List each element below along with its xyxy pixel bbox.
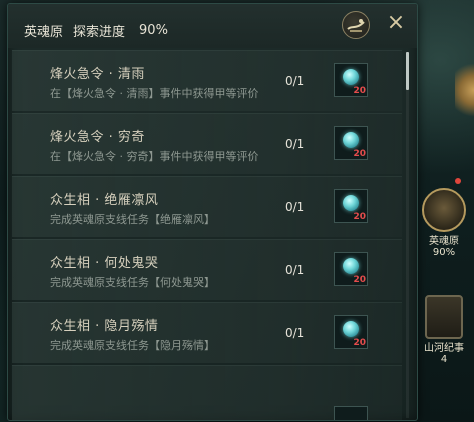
progress-value: 90% <box>139 22 168 38</box>
task-title: 烽火急令 · 清雨 <box>50 67 145 82</box>
exploration-panel: 英魂原 探索进度 90% × 烽火急令 · 清雨 在【烽火急令 · 清雨】事件中… <box>7 3 418 421</box>
region-name: 英魂原 <box>24 24 64 40</box>
jade-gem-icon <box>343 258 359 274</box>
close-button[interactable]: × <box>383 10 409 36</box>
task-row[interactable]: 众生相 · 绝雁凛风 完成英魂原支线任务【绝雁凛风】 0/1 20 <box>12 176 402 237</box>
region-emblem-icon <box>422 188 466 232</box>
reward-slot[interactable]: 20 <box>334 315 368 349</box>
jade-gem-icon <box>343 195 359 211</box>
brush-emblem-icon[interactable] <box>342 11 370 39</box>
reward-quantity: 20 <box>353 212 366 222</box>
task-row[interactable]: 烽火急令 · 清雨 在【烽火急令 · 清雨】事件中获得甲等评价 0/1 20 <box>12 50 402 111</box>
task-description: 完成英魂原支线任务【绝雁凛风】 <box>50 213 215 226</box>
sidebar-journal-label: 山河纪事 <box>424 343 464 354</box>
reward-quantity: 20 <box>353 275 366 285</box>
scroll-thumb[interactable] <box>406 52 409 90</box>
task-title: 众生相 · 何处鬼哭 <box>50 256 159 271</box>
title-tab: 英魂原 探索进度 90% <box>18 16 168 44</box>
jade-gem-icon <box>343 132 359 148</box>
task-row[interactable]: 烽火急令 · 穷奇 在【烽火急令 · 穷奇】事件中获得甲等评价 0/1 20 <box>12 113 402 174</box>
task-row[interactable]: 众生相 · 隐月殇情 完成英魂原支线任务【隐月殇情】 0/1 20 <box>12 302 402 363</box>
notification-dot <box>455 178 461 184</box>
task-progress: 0/1 <box>285 263 305 277</box>
task-progress: 0/1 <box>285 326 305 340</box>
close-icon: × <box>386 10 406 35</box>
task-title: 众生相 · 绝雁凛风 <box>50 193 159 208</box>
reward-slot[interactable]: 20 <box>334 189 368 223</box>
reward-quantity: 20 <box>353 149 366 159</box>
task-row[interactable]: 众生相 · 何处鬼哭 完成英魂原支线任务【何处鬼哭】 0/1 20 <box>12 239 402 300</box>
jade-gem-icon <box>343 69 359 85</box>
reward-slot[interactable]: 20 <box>334 63 368 97</box>
reward-slot[interactable]: 20 <box>334 252 368 286</box>
task-description: 完成英魂原支线任务【何处鬼哭】 <box>50 276 215 289</box>
sidebar-journal-value: 4 <box>440 354 448 365</box>
task-progress: 0/1 <box>285 200 305 214</box>
task-description: 完成英魂原支线任务【隐月殇情】 <box>50 339 215 352</box>
reward-quantity: 20 <box>353 338 366 348</box>
task-progress: 0/1 <box>285 137 305 151</box>
character-portrait-edge <box>455 60 474 120</box>
task-description: 在【烽火急令 · 穷奇】事件中获得甲等评价 <box>50 150 259 163</box>
reward-quantity: 20 <box>353 86 366 96</box>
journal-book-icon <box>425 295 463 339</box>
task-description: 在【烽火急令 · 清雨】事件中获得甲等评价 <box>50 87 259 100</box>
sidebar-region-value: 90% <box>432 247 456 258</box>
scrollbar[interactable] <box>406 52 409 418</box>
task-title: 众生相 · 隐月殇情 <box>50 319 159 334</box>
progress-label: 探索进度 <box>73 24 126 40</box>
sidebar-journal-button[interactable]: 山河纪事 4 <box>421 295 467 365</box>
sidebar-region-label: 英魂原 <box>429 236 459 247</box>
task-list[interactable]: 烽火急令 · 清雨 在【烽火急令 · 清雨】事件中获得甲等评价 0/1 20 烽… <box>12 50 404 420</box>
jade-gem-icon <box>343 321 359 337</box>
reward-slot[interactable] <box>334 406 368 420</box>
task-row-partial[interactable] <box>12 365 402 420</box>
task-title: 烽火急令 · 穷奇 <box>50 130 145 145</box>
task-progress: 0/1 <box>285 74 305 88</box>
panel-header: 英魂原 探索进度 90% × <box>8 4 417 48</box>
sidebar-region-button[interactable]: 英魂原 90% <box>421 188 467 258</box>
reward-slot[interactable]: 20 <box>334 126 368 160</box>
